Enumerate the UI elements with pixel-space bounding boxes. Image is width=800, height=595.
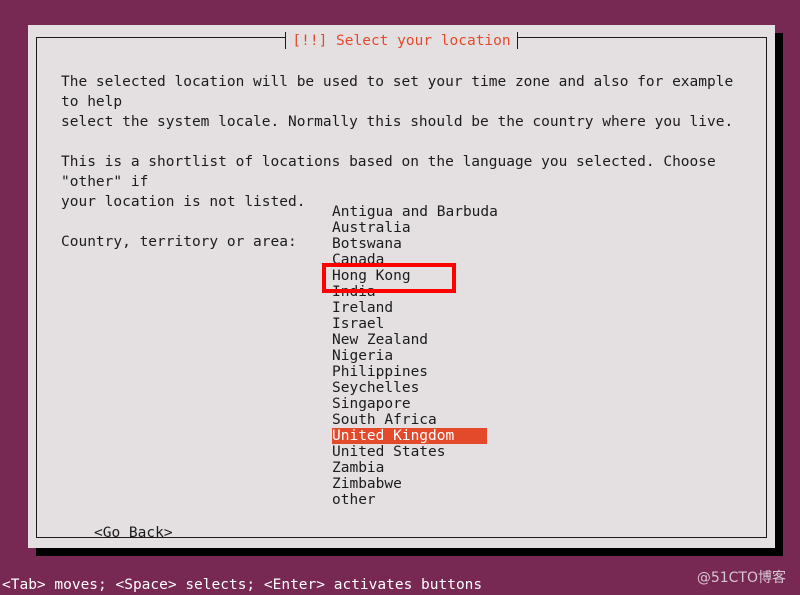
list-item[interactable]: Nigeria <box>332 348 487 364</box>
list-item[interactable]: Hong Kong <box>332 268 487 284</box>
list-item[interactable]: India <box>332 284 487 300</box>
list-item[interactable]: Israel <box>332 316 487 332</box>
list-item[interactable]: New Zealand <box>332 332 487 348</box>
title-container: [!!] Select your location <box>286 29 517 51</box>
page-title: [!!] Select your location <box>292 32 511 49</box>
list-item[interactable]: South Africa <box>332 412 487 428</box>
list-item[interactable]: Canada <box>332 252 487 268</box>
country-list[interactable]: Antigua and Barbuda Australia Botswana Cana… <box>332 204 672 508</box>
intro-paragraph-2: This is a shortlist of locations based o… <box>61 154 716 210</box>
footer-help-bar: <Tab> moves; <Space> selects; <Enter> ac… <box>0 575 800 595</box>
title-tick-right <box>516 31 518 49</box>
list-item[interactable]: United Kingdom <box>332 428 487 444</box>
list-item[interactable]: Singapore <box>332 396 487 412</box>
title-tick-left <box>285 31 287 49</box>
list-item[interactable]: Australia <box>332 220 487 236</box>
list-item[interactable]: Seychelles <box>332 380 487 396</box>
go-back-button[interactable]: <Go Back> <box>94 524 173 542</box>
list-item[interactable]: United States <box>332 444 487 460</box>
list-item[interactable]: other <box>332 492 487 508</box>
list-item[interactable]: Zimbabwe <box>332 476 487 492</box>
select-location-dialog: [!!] Select your location The selected l… <box>28 25 775 548</box>
list-item[interactable]: Ireland <box>332 300 487 316</box>
dialog-bottom-shadow <box>36 548 783 556</box>
intro-paragraph-1: The selected location will be used to se… <box>61 74 734 130</box>
list-item[interactable]: Antigua and Barbuda <box>332 204 498 220</box>
list-item[interactable]: Botswana <box>332 236 487 252</box>
list-item[interactable]: Zambia <box>332 460 487 476</box>
footer-help-text: <Tab> moves; <Space> selects; <Enter> ac… <box>2 577 483 593</box>
installer-console: [!!] Select your location The selected l… <box>0 0 800 595</box>
dialog-title-bar: [!!] Select your location <box>28 29 775 51</box>
list-item[interactable]: Philippines <box>332 364 487 380</box>
watermark-label: @51CTO博客 <box>696 570 786 586</box>
